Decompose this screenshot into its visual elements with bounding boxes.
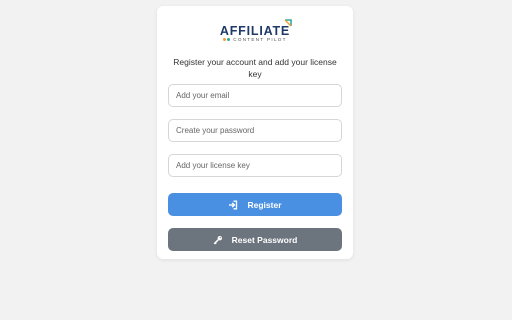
logo-tagline: CONTENT PILOT xyxy=(233,37,287,43)
key-icon xyxy=(213,235,223,245)
register-button[interactable]: Register xyxy=(168,193,342,216)
logo-tagline-row: CONTENT PILOT xyxy=(157,37,353,43)
email-input[interactable] xyxy=(168,84,342,107)
affiliate-content-pilot-logo: AFFILIATE CONTENT PILOT xyxy=(157,19,353,52)
page-subtitle: Register your account and add your licen… xyxy=(173,57,337,79)
register-button-label: Register xyxy=(247,199,282,210)
reset-password-button[interactable]: Reset Password xyxy=(168,228,342,251)
reset-password-button-label: Reset Password xyxy=(231,234,298,245)
logo-flag-icon xyxy=(284,19,292,27)
license-key-input[interactable] xyxy=(168,154,342,177)
sign-in-icon xyxy=(228,200,238,210)
register-card: AFFILIATE CONTENT PILOT Register your ac… xyxy=(157,6,353,259)
logo-wordmark: AFFILIATE xyxy=(219,24,291,38)
logo-dots-icon xyxy=(223,37,231,43)
password-input[interactable] xyxy=(168,119,342,142)
